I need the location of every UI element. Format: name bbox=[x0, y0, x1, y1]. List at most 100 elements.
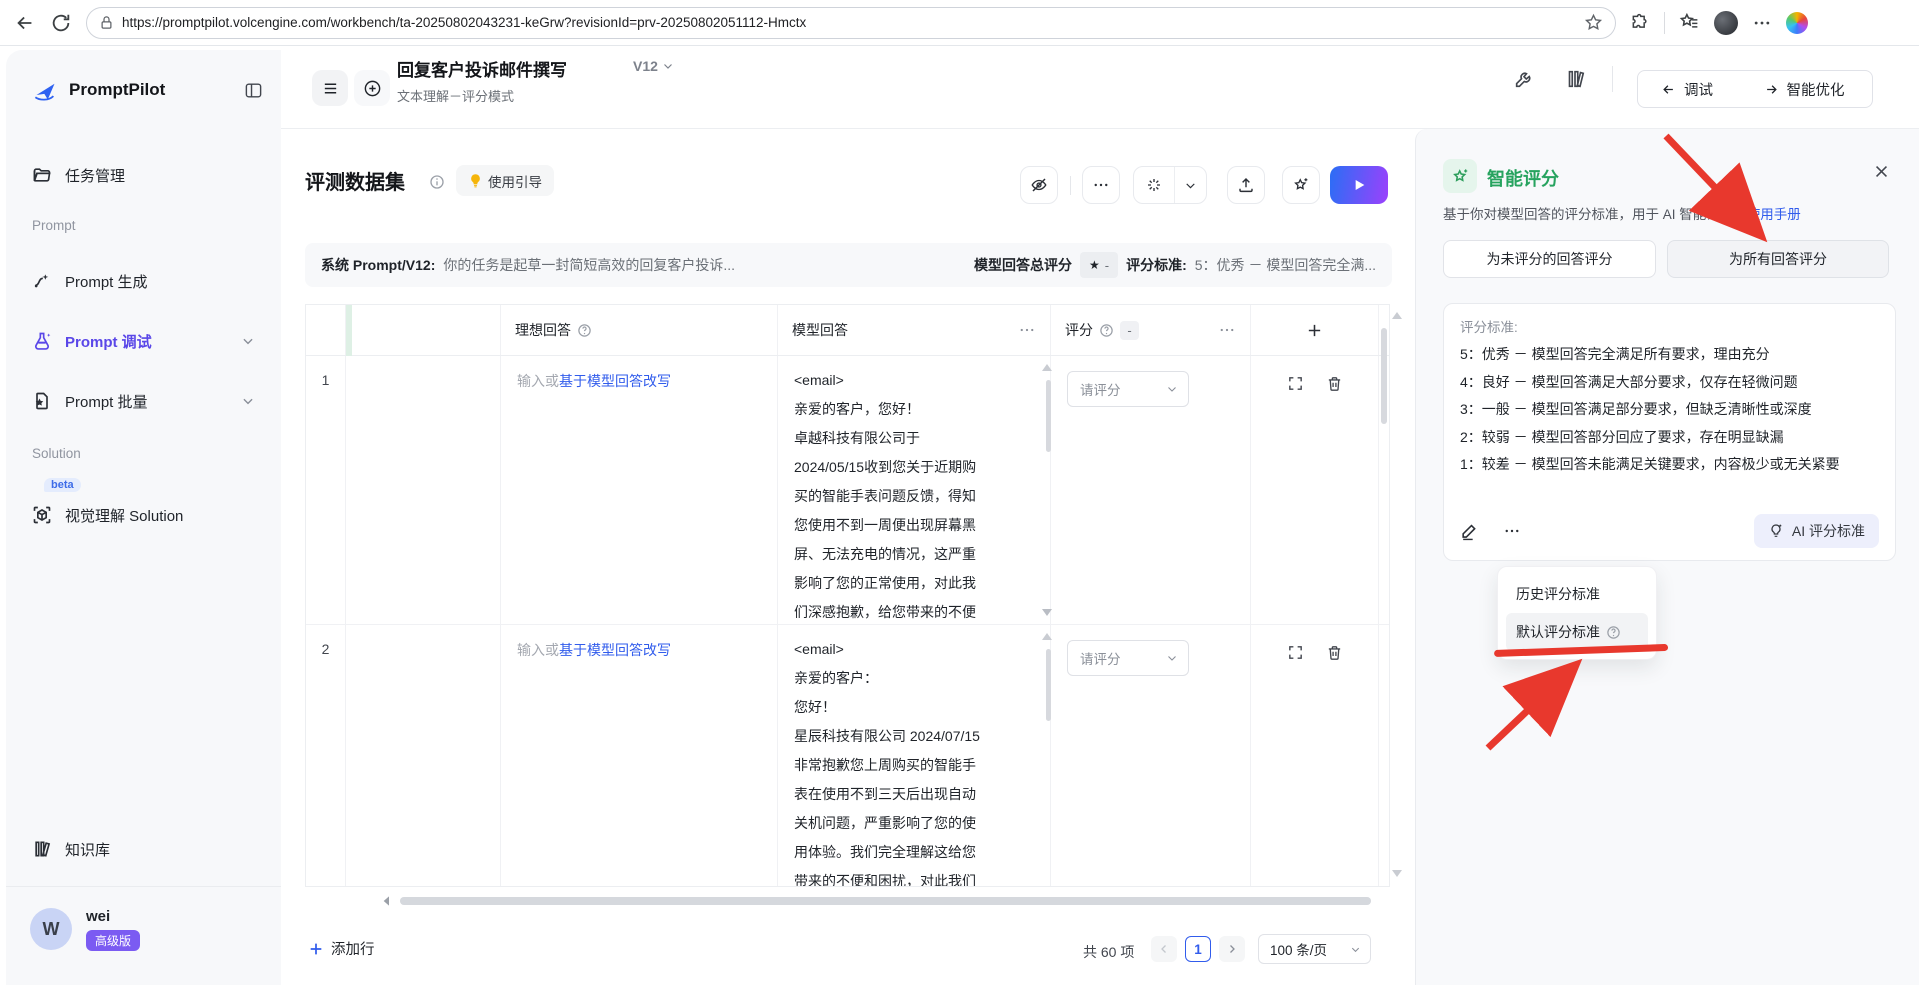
cell-scroll-up-indicator[interactable] bbox=[1042, 633, 1052, 640]
score-all-button[interactable]: 为所有回答评分 bbox=[1667, 240, 1889, 278]
scroll-left-arrow[interactable] bbox=[379, 893, 395, 909]
ai-criteria-button[interactable]: AI 评分标准 bbox=[1754, 514, 1879, 548]
sidebar-item-knowledge-base[interactable]: 知识库 bbox=[18, 830, 269, 868]
address-bar[interactable]: https://promptpilot.volcengine.com/workb… bbox=[86, 7, 1616, 39]
usage-guide-button[interactable]: 使用引导 bbox=[456, 165, 554, 196]
score-select[interactable]: 请评分 bbox=[1067, 640, 1189, 676]
input-cell[interactable] bbox=[346, 356, 501, 624]
lock-icon bbox=[99, 15, 114, 30]
browser-toolbar: https://promptpilot.volcengine.com/workb… bbox=[0, 0, 1919, 46]
question-circle-icon[interactable] bbox=[1099, 323, 1114, 338]
model-answer-cell[interactable]: <email> 亲爱的客户： 您好！ 星辰科技有限公司 2024/07/15 非… bbox=[778, 625, 1051, 887]
input-cell[interactable] bbox=[346, 625, 501, 887]
add-column-header[interactable] bbox=[1251, 305, 1379, 355]
sidebar-item-vision-solution[interactable]: 视觉理解 Solution bbox=[18, 496, 269, 534]
table-horizontal-scrollbar[interactable] bbox=[400, 897, 1371, 905]
cell-scroll-up-indicator[interactable] bbox=[1042, 364, 1052, 371]
model-answer-cell[interactable]: <email> 亲爱的客户，您好！ 卓越科技有限公司于 2024/05/15收到… bbox=[778, 356, 1051, 624]
score-star-button[interactable] bbox=[1282, 166, 1320, 204]
sidebar-item-prompt-batch[interactable]: Prompt 批量 bbox=[18, 382, 269, 420]
column-menu-icon[interactable] bbox=[1218, 321, 1236, 339]
criteria-more-icon[interactable] bbox=[1503, 522, 1521, 540]
criteria-line: 1：较差 － 模型回答未能满足关键要求，内容极少或无关紧要 bbox=[1460, 451, 1879, 479]
header-divider bbox=[1612, 66, 1613, 92]
version-selector[interactable]: V12 bbox=[633, 58, 674, 74]
menu-item-default-criteria[interactable]: 默认评分标准 bbox=[1506, 613, 1648, 651]
score-select[interactable]: 请评分 bbox=[1067, 371, 1189, 407]
table-scroll-down-arrow[interactable] bbox=[1392, 870, 1402, 877]
system-prompt-bar[interactable]: 系统 Prompt/V12: 你的任务是起草一封简短高效的回复客户投诉... 模… bbox=[305, 243, 1392, 287]
rewrite-from-model-link[interactable]: 基于模型回答改写 bbox=[559, 373, 671, 389]
table-scroll-up-arrow[interactable] bbox=[1392, 312, 1402, 319]
cell-scrollbar[interactable] bbox=[1046, 649, 1051, 721]
info-icon[interactable] bbox=[429, 174, 445, 190]
score-unscored-button[interactable]: 为未评分的回答评分 bbox=[1443, 240, 1656, 278]
table-vertical-scrollbar[interactable] bbox=[1381, 328, 1387, 424]
cell-scrollbar[interactable] bbox=[1046, 380, 1051, 452]
next-page-button[interactable] bbox=[1219, 936, 1245, 962]
upload-button[interactable] bbox=[1227, 166, 1265, 204]
url-text[interactable]: https://promptpilot.volcengine.com/workb… bbox=[122, 15, 1576, 30]
toolbar-divider bbox=[1664, 12, 1665, 34]
hide-columns-button[interactable] bbox=[1020, 166, 1058, 204]
new-task-button[interactable] bbox=[354, 70, 390, 106]
score-filter-badge[interactable]: - bbox=[1120, 321, 1139, 340]
magic-generate-button[interactable] bbox=[1134, 167, 1175, 203]
criteria-line: 5：优秀 － 模型回答完全满足所有要求，理由充分 bbox=[1460, 341, 1879, 369]
question-circle-icon[interactable] bbox=[1606, 625, 1621, 640]
panel-description-text: 基于你对模型回答的评分标准，用于 AI 智能评分。 bbox=[1443, 207, 1747, 222]
delete-row-icon[interactable] bbox=[1326, 644, 1343, 661]
run-all-button[interactable] bbox=[1330, 166, 1388, 204]
prev-page-button[interactable] bbox=[1151, 936, 1177, 962]
page-number-button[interactable]: 1 bbox=[1185, 936, 1211, 962]
sidebar-item-tasks[interactable]: 任务管理 bbox=[18, 156, 269, 194]
total-score-badge[interactable]: ★ - bbox=[1080, 252, 1118, 278]
more-actions-button[interactable] bbox=[1082, 166, 1120, 204]
favorites-bar-icon[interactable] bbox=[1679, 12, 1700, 33]
browser-back-icon[interactable] bbox=[14, 12, 36, 34]
chevron-down-icon[interactable] bbox=[241, 394, 255, 408]
ideal-answer-cell[interactable]: 输入或基于模型回答改写 bbox=[501, 356, 778, 624]
user-avatar[interactable]: W bbox=[30, 908, 72, 950]
menu-item-history-criteria[interactable]: 历史评分标准 bbox=[1506, 575, 1648, 613]
criteria-line: 3：一般 － 模型回答满足部分要求，但缺乏清晰性或深度 bbox=[1460, 396, 1879, 424]
bookmark-star-icon[interactable] bbox=[1584, 13, 1603, 32]
column-menu-icon[interactable] bbox=[1018, 321, 1036, 339]
rewrite-from-model-link[interactable]: 基于模型回答改写 bbox=[559, 642, 671, 658]
cell-scroll-down-indicator[interactable] bbox=[1042, 609, 1052, 616]
table-row: 2 输入或基于模型回答改写 <email> 亲爱的客户： 您好！ 星辰科技有限公… bbox=[306, 625, 1389, 887]
generate-options-button[interactable] bbox=[1175, 167, 1206, 203]
delete-row-icon[interactable] bbox=[1326, 375, 1343, 392]
browser-menu-dots-icon[interactable] bbox=[1752, 13, 1772, 33]
edit-criteria-icon[interactable] bbox=[1460, 522, 1479, 541]
chevron-down-icon[interactable] bbox=[241, 334, 255, 348]
sidebar-item-prompt-gen[interactable]: Prompt 生成 bbox=[18, 262, 269, 300]
user-manual-link[interactable]: 使用手册 bbox=[1747, 207, 1801, 222]
hamburger-menu-button[interactable] bbox=[312, 70, 348, 106]
wrench-icon[interactable] bbox=[1513, 68, 1535, 90]
debug-tab-button[interactable]: 调试 bbox=[1637, 70, 1737, 108]
sidebar-item-label: 视觉理解 Solution bbox=[65, 505, 183, 526]
table-horizontal-scrollbar-track[interactable] bbox=[400, 897, 1371, 905]
collapse-sidebar-icon[interactable] bbox=[244, 81, 263, 100]
browser-profile-avatar[interactable] bbox=[1714, 11, 1738, 35]
page-size-select[interactable]: 100 条/页 bbox=[1258, 934, 1371, 964]
sidebar-item-label: 任务管理 bbox=[65, 165, 125, 186]
user-plan-badge: 高级版 bbox=[86, 930, 140, 951]
close-icon[interactable] bbox=[1873, 163, 1890, 180]
extensions-puzzle-icon[interactable] bbox=[1630, 13, 1650, 33]
handbook-icon[interactable] bbox=[1564, 68, 1586, 90]
expand-row-icon[interactable] bbox=[1287, 375, 1304, 392]
expand-row-icon[interactable] bbox=[1287, 644, 1304, 661]
smart-optimize-button[interactable]: 智能优化 bbox=[1736, 70, 1873, 108]
question-circle-icon[interactable] bbox=[577, 323, 592, 338]
sidebar-item-prompt-debug[interactable]: Prompt 调试 bbox=[18, 322, 269, 360]
criteria-label: 评分标准: bbox=[1126, 255, 1187, 275]
browser-refresh-icon[interactable] bbox=[50, 12, 72, 34]
system-prompt-preview: 你的任务是起草一封简短高效的回复客户投诉... bbox=[443, 255, 735, 275]
sidebar-item-label: Prompt 调试 bbox=[65, 331, 152, 352]
arrow-right-icon bbox=[1764, 82, 1779, 97]
add-row-button[interactable]: 添加行 bbox=[308, 938, 375, 959]
copilot-icon[interactable] bbox=[1786, 12, 1808, 34]
ideal-answer-cell[interactable]: 输入或基于模型回答改写 bbox=[501, 625, 778, 887]
